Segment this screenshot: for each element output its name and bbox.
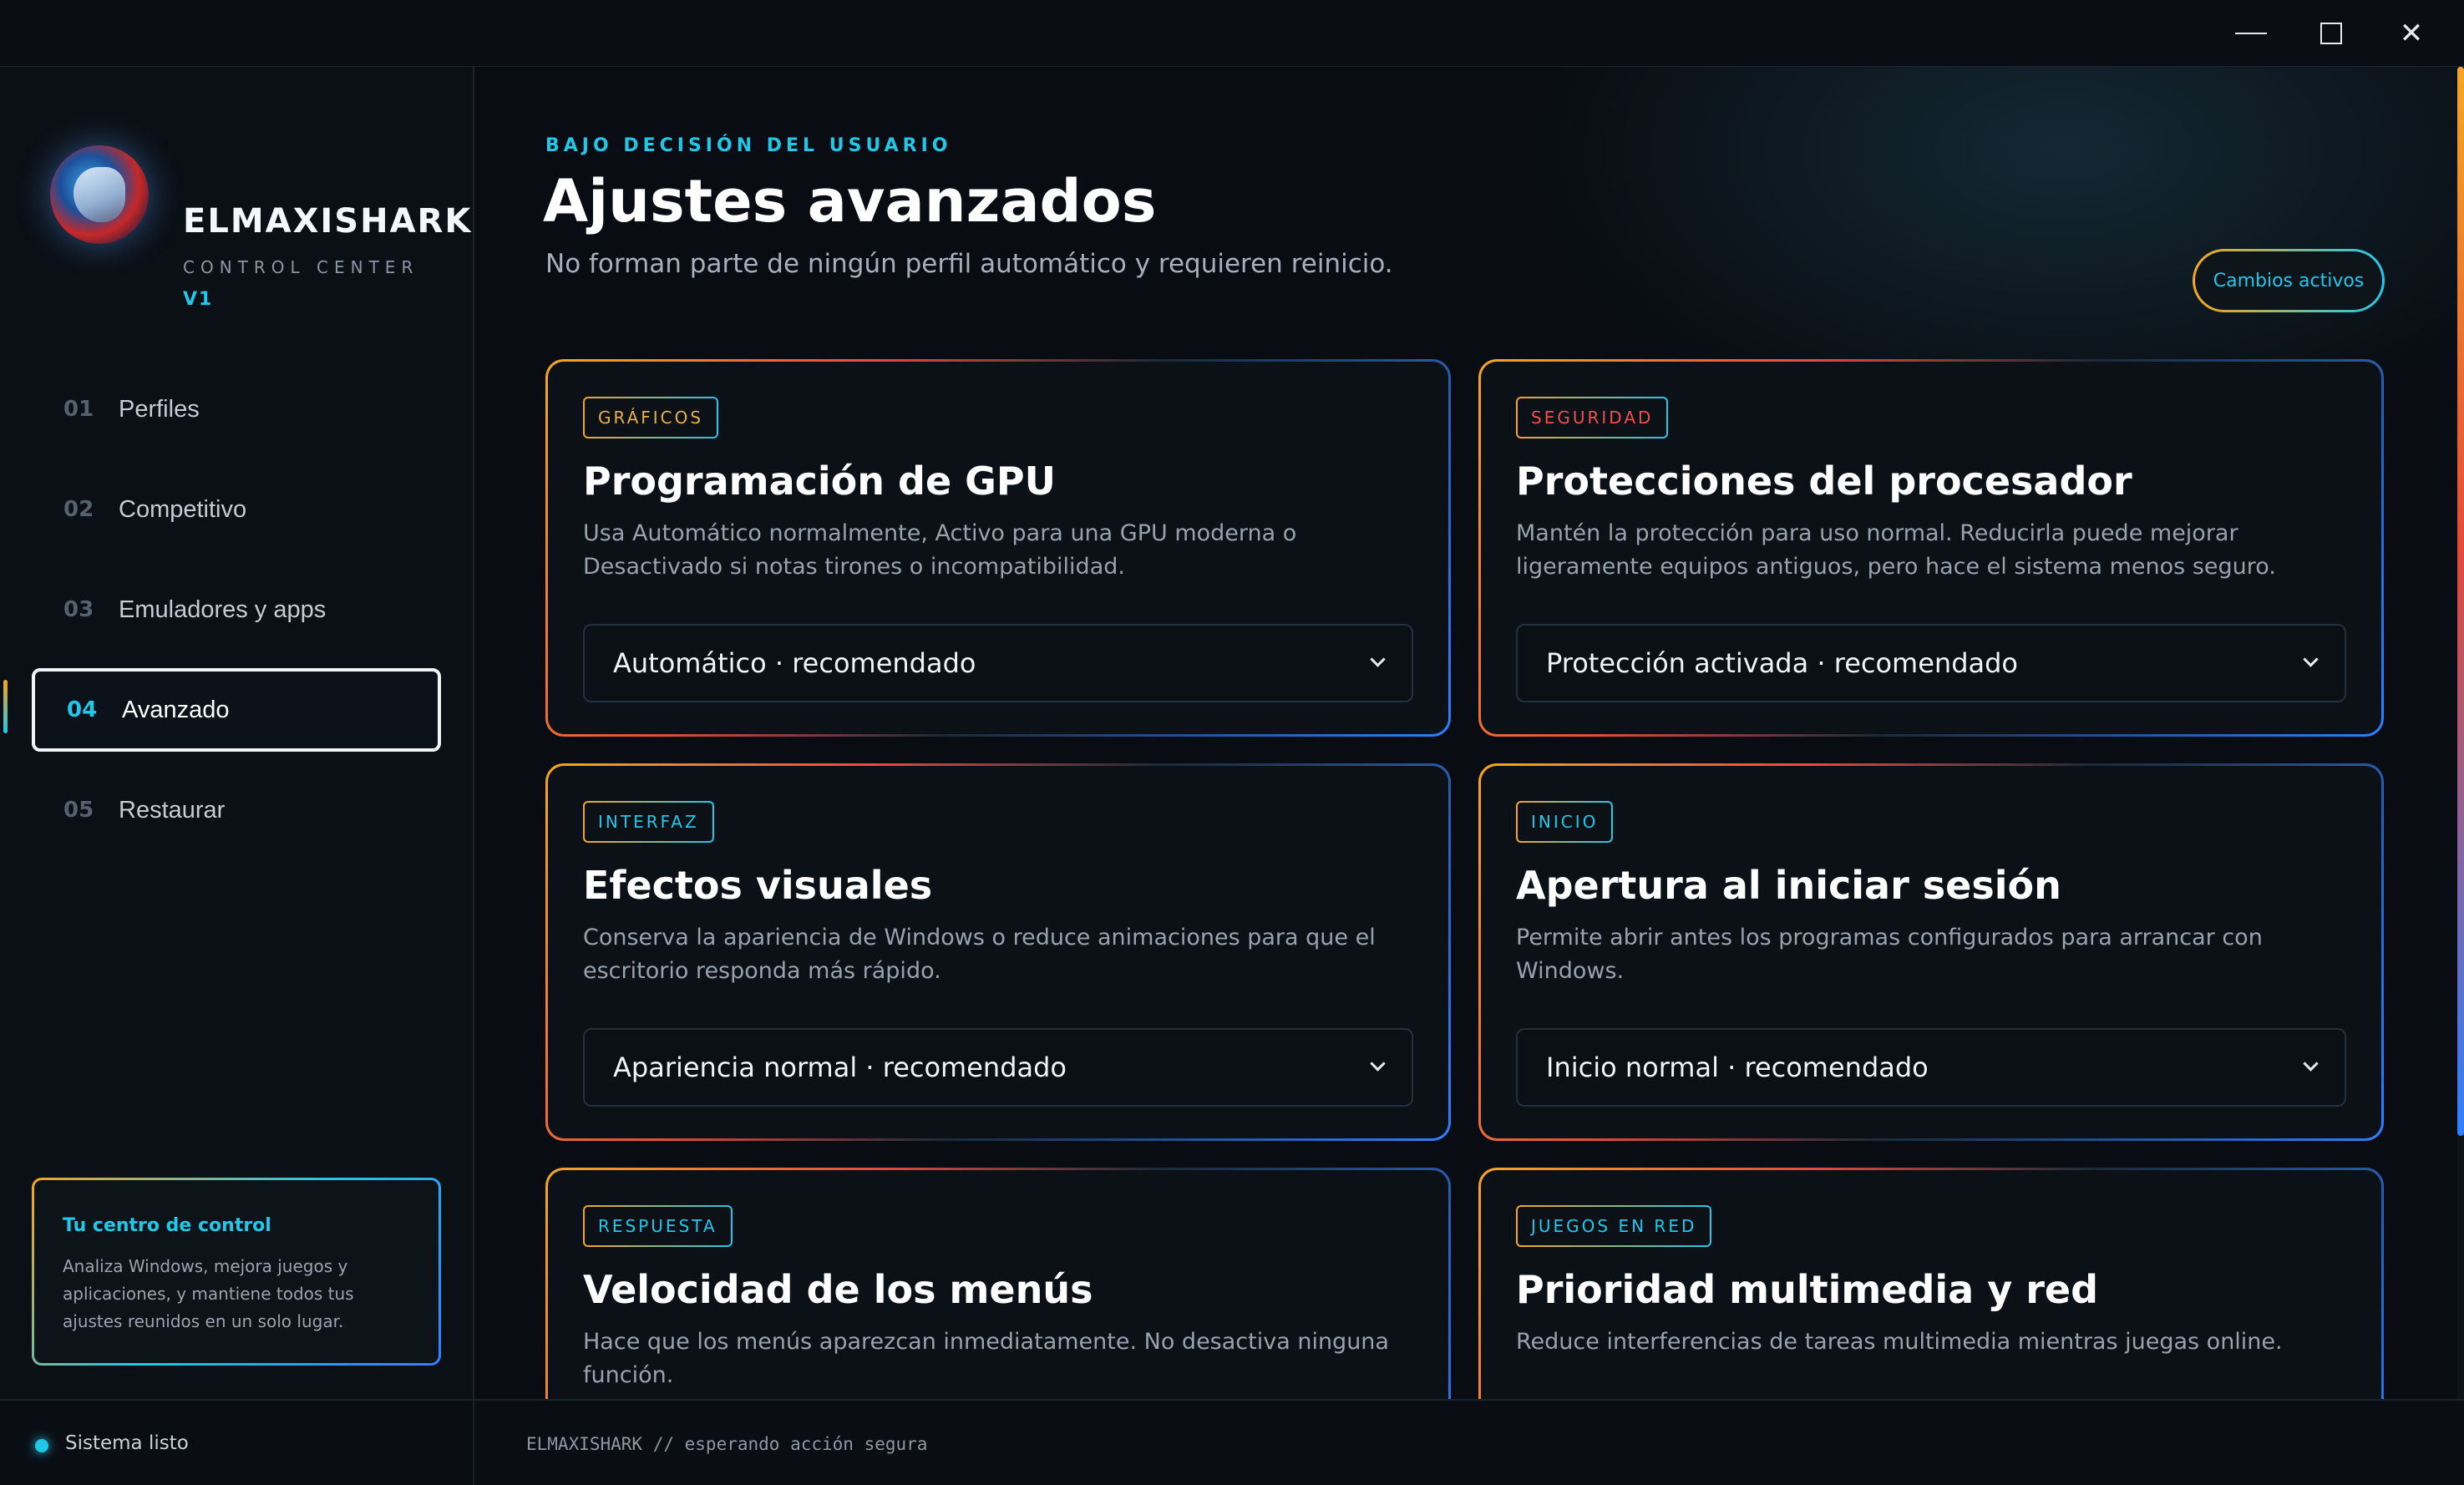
scrollbar-track[interactable] (2457, 67, 2464, 1399)
main-content: BAJO DECISIÓN DEL USUARIO Ajustes avanza… (476, 67, 2464, 1399)
status-text: Sistema listo (65, 1432, 189, 1454)
setting-card-visual-effects: INTERFAZ Efectos visuales Conserva la ap… (545, 763, 1451, 1141)
select-value: Automático · recomendado (613, 647, 976, 679)
status-log: ELMAXISHARK // esperando acción segura (526, 1434, 928, 1454)
minimize-button[interactable] (2213, 0, 2289, 67)
sidebar-item-emuladores[interactable]: 03 Emuladores y apps (32, 568, 441, 651)
scrollbar-thumb[interactable] (2457, 67, 2464, 1136)
sidebar-item-number: 03 (63, 597, 94, 622)
info-card-text: Analiza Windows, mejora juegos y aplicac… (63, 1256, 354, 1331)
sidebar-item-competitivo[interactable]: 02 Competitivo (32, 468, 441, 551)
setting-description: Usa Automático normalmente, Activo para … (583, 520, 1297, 580)
close-icon: ✕ (2399, 17, 2424, 50)
setting-title: Velocidad de los menús (583, 1267, 1093, 1312)
page-title: Ajustes avanzados (543, 167, 1157, 236)
maximize-icon (2320, 23, 2342, 44)
select-value: Apariencia normal · recomendado (613, 1052, 1067, 1083)
sidebar-item-number: 02 (63, 497, 94, 522)
info-card: Tu centro de control Analiza Windows, me… (32, 1178, 441, 1366)
sidebar-item-label: Avanzado (122, 696, 230, 723)
sidebar-nav: 01 Perfiles 02 Competitivo 03 Emuladores… (3, 367, 441, 869)
active-indicator (3, 680, 8, 733)
brand: ELMAXISHARK CONTROL CENTER V1 (47, 142, 470, 310)
setting-title: Programación de GPU (583, 459, 1056, 504)
category-tag: INICIO (1516, 801, 1613, 843)
cpu-protection-select[interactable]: Protección activada · recomendado (1516, 624, 2346, 702)
chevron-down-icon (2296, 1052, 2325, 1080)
page-eyebrow: BAJO DECISIÓN DEL USUARIO (545, 135, 952, 156)
page-subtitle: No forman parte de ningún perfil automát… (545, 249, 1393, 279)
shark-figure (74, 167, 125, 222)
sidebar-item-label: Competitivo (119, 495, 247, 523)
sidebar-item-avanzado[interactable]: 04 Avanzado (3, 668, 441, 752)
setting-description: Conserva la apariencia de Windows o redu… (583, 925, 1376, 984)
select-value: Inicio normal · recomendado (1546, 1052, 1929, 1083)
sidebar-item-number: 01 (63, 397, 94, 422)
shark-logo-icon (50, 145, 149, 244)
sidebar-item-label: Perfiles (119, 395, 200, 423)
category-tag: RESPUESTA (583, 1205, 733, 1247)
setting-card-cpu-protection: SEGURIDAD Protecciones del procesador Ma… (1478, 359, 2384, 737)
status-panel: Sistema listo (0, 1401, 474, 1485)
setting-title: Apertura al iniciar sesión (1516, 863, 2061, 908)
category-tag: GRÁFICOS (583, 397, 718, 438)
setting-title: Efectos visuales (583, 863, 933, 908)
minimize-icon (2235, 33, 2267, 34)
sidebar-item-number: 04 (67, 697, 98, 722)
sidebar: ELMAXISHARK CONTROL CENTER V1 01 Perfile… (0, 67, 474, 1399)
setting-description: Mantén la protección para uso normal. Re… (1516, 520, 2276, 580)
maximize-button[interactable] (2294, 0, 2369, 67)
info-card-title: Tu centro de control (63, 1215, 271, 1236)
category-tag: SEGURIDAD (1516, 397, 1668, 438)
title-bar: ✕ (0, 0, 2464, 67)
setting-description: Permite abrir antes los programas config… (1516, 925, 2263, 984)
chevron-down-icon (2296, 647, 2325, 676)
status-bar: Sistema listo ELMAXISHARK // esperando a… (0, 1399, 2464, 1485)
setting-title: Protecciones del procesador (1516, 459, 2132, 504)
setting-description: Reduce interferencias de tareas multimed… (1516, 1329, 2283, 1355)
startup-select[interactable]: Inicio normal · recomendado (1516, 1028, 2346, 1107)
category-tag: JUEGOS EN RED (1516, 1205, 1711, 1247)
active-changes-badge[interactable]: Cambios activos (2193, 249, 2385, 312)
visual-effects-select[interactable]: Apariencia normal · recomendado (583, 1028, 1413, 1107)
sidebar-item-perfiles[interactable]: 01 Perfiles (32, 367, 441, 451)
gpu-scheduling-select[interactable]: Automático · recomendado (583, 624, 1413, 702)
brand-name: ELMAXISHARK (183, 202, 473, 241)
sidebar-item-label: Emuladores y apps (119, 596, 327, 623)
status-indicator-icon (35, 1439, 48, 1452)
setting-card-gpu: GRÁFICOS Programación de GPU Usa Automát… (545, 359, 1451, 737)
select-value: Protección activada · recomendado (1546, 647, 2018, 679)
setting-description: Hace que los menús aparezcan inmediatame… (583, 1329, 1389, 1388)
brand-version: V1 (183, 289, 214, 310)
setting-card-startup: INICIO Apertura al iniciar sesión Permit… (1478, 763, 2384, 1141)
sidebar-item-number: 05 (63, 798, 94, 823)
setting-card-menu-speed: RESPUESTA Velocidad de los menús Hace qu… (545, 1168, 1451, 1399)
sidebar-item-label: Restaurar (119, 796, 226, 824)
setting-title: Prioridad multimedia y red (1516, 1267, 2099, 1312)
sidebar-item-restaurar[interactable]: 05 Restaurar (32, 768, 441, 852)
chevron-down-icon (1363, 647, 1392, 676)
setting-card-multimedia-network: JUEGOS EN RED Prioridad multimedia y red… (1478, 1168, 2384, 1399)
close-button[interactable]: ✕ (2374, 0, 2449, 67)
brand-subtitle: CONTROL CENTER (183, 257, 419, 277)
category-tag: INTERFAZ (583, 801, 714, 843)
chevron-down-icon (1363, 1052, 1392, 1080)
